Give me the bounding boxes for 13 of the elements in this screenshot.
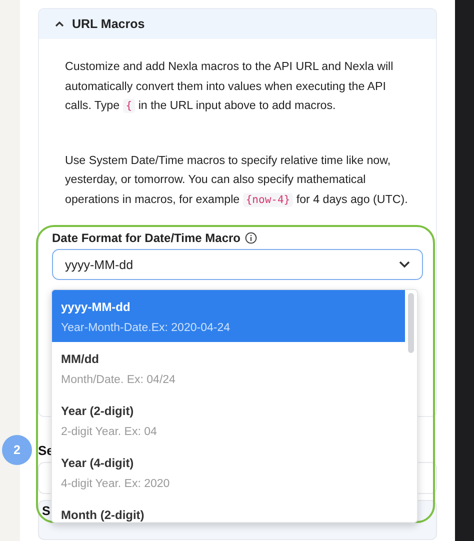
dropdown-option[interactable]: yyyy-MM-dd Year-Month-Date.Ex: 2020-04-24	[52, 290, 405, 342]
section-header[interactable]: URL Macros	[39, 9, 436, 39]
info-icon[interactable]	[244, 232, 256, 244]
chevron-down-icon	[399, 261, 410, 268]
date-format-select[interactable]: yyyy-MM-dd	[52, 249, 423, 280]
help-paragraph: Customize and add Nexla macros to the API URL and Nexla will automatically convert them into values when executing the API calls. Type { in the URL input above to add macros.	[65, 59, 394, 115]
scrollbar-thumb[interactable]	[408, 293, 414, 353]
dropdown-option[interactable]: Month (2-digit)	[52, 498, 405, 522]
field-label: Date Format for Date/Time Macro	[52, 231, 240, 245]
section-title: S	[42, 504, 50, 518]
help-paragraph: Use System Date/Time macros to specify relative time like now, yesterday, or tomorrow. You can also specify mathematical operations in macros, for example {now-4} for 4 days ago (UTC).	[65, 152, 409, 208]
section-title: URL Macros	[72, 17, 145, 31]
step-badge: 2	[2, 435, 32, 465]
